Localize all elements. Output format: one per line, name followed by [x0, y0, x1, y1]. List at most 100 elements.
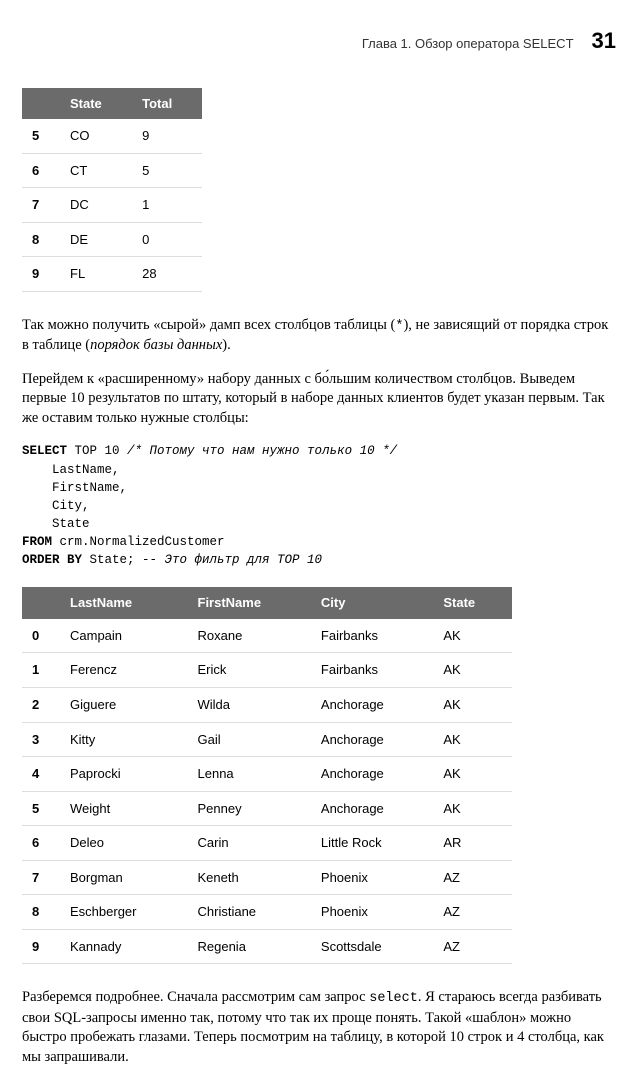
table-row: 4PaprockiLennaAnchorageAK	[22, 757, 512, 792]
code-line: LastName,	[22, 463, 120, 477]
table-cell: 0	[132, 222, 202, 257]
table-cell: 28	[132, 257, 202, 292]
table-cell: Anchorage	[311, 687, 433, 722]
table-cell: Paprocki	[60, 757, 188, 792]
text: Разберемся подробнее. Сначала рассмотрим…	[22, 989, 369, 1005]
table-cell: AK	[433, 791, 512, 826]
paragraph-2: Перейдем к «расширенному» набору данных …	[22, 370, 616, 429]
table-cell: Lenna	[188, 757, 311, 792]
table-cell: Gail	[188, 722, 311, 757]
table-cell: 6	[22, 826, 60, 861]
table-cell: 5	[132, 153, 202, 188]
table-cell: Deleo	[60, 826, 188, 861]
table-cell: Scottsdale	[311, 929, 433, 964]
text: ).	[222, 337, 230, 353]
keyword: FROM	[22, 535, 52, 549]
inline-code-select: select	[369, 991, 418, 1006]
table-cell: AK	[433, 757, 512, 792]
column-header	[22, 587, 60, 619]
table-cell: 9	[22, 929, 60, 964]
table-row: 7DC1	[22, 188, 202, 223]
table-cell: Kitty	[60, 722, 188, 757]
table-cell: Christiane	[188, 895, 311, 930]
code-text: State;	[82, 553, 142, 567]
table-cell: 8	[22, 222, 60, 257]
table-cell: 0	[22, 619, 60, 653]
page-header: Глава 1. Обзор оператора SELECT 31	[22, 26, 616, 56]
table-cell: 7	[22, 188, 60, 223]
table-row: 5WeightPenneyAnchorageAK	[22, 791, 512, 826]
table-cell: AK	[433, 722, 512, 757]
table-cell: AK	[433, 687, 512, 722]
table-cell: Weight	[60, 791, 188, 826]
table-cell: AK	[433, 619, 512, 653]
table-cell: Erick	[188, 653, 311, 688]
table-cell: Wilda	[188, 687, 311, 722]
table-cell: Borgman	[60, 860, 188, 895]
table-cell: AZ	[433, 860, 512, 895]
table-cell: DC	[60, 188, 132, 223]
table-cell: Regenia	[188, 929, 311, 964]
column-header: State	[60, 88, 132, 120]
column-header: FirstName	[188, 587, 311, 619]
code-line: FirstName,	[22, 481, 127, 495]
code-text: crm.NormalizedCustomer	[52, 535, 225, 549]
table-cell: 6	[22, 153, 60, 188]
table-cell: CT	[60, 153, 132, 188]
italic-term: порядок базы данных	[90, 337, 222, 353]
column-header	[22, 88, 60, 120]
page-number: 31	[592, 26, 616, 56]
table-row: 0CampainRoxaneFairbanksAK	[22, 619, 512, 653]
table-cell: 9	[22, 257, 60, 292]
table-cell: Fairbanks	[311, 619, 433, 653]
table-cell: AZ	[433, 895, 512, 930]
table-cell: 5	[22, 119, 60, 153]
paragraph-1: Так можно получить «сырой» дамп всех сто…	[22, 316, 616, 356]
keyword: ORDER BY	[22, 553, 82, 567]
table-cell: Phoenix	[311, 895, 433, 930]
table-cell: Little Rock	[311, 826, 433, 861]
table-row: 6DeleoCarinLittle RockAR	[22, 826, 512, 861]
table-cell: Campain	[60, 619, 188, 653]
column-header: LastName	[60, 587, 188, 619]
table-cell: 8	[22, 895, 60, 930]
column-header: State	[433, 587, 512, 619]
sql-code-block: SELECT TOP 10 /* Потому что нам нужно то…	[22, 442, 616, 569]
table-cell: DE	[60, 222, 132, 257]
column-header: City	[311, 587, 433, 619]
table-row: 8DE0	[22, 222, 202, 257]
table-state-totals: StateTotal 5CO96CT57DC18DE09FL28	[22, 88, 202, 292]
table-row: 2GiguereWildaAnchorageAK	[22, 687, 512, 722]
keyword: SELECT	[22, 444, 67, 458]
table-cell: Eschberger	[60, 895, 188, 930]
table-cell: Giguere	[60, 687, 188, 722]
table-cell: 3	[22, 722, 60, 757]
table-row: 3KittyGailAnchorageAK	[22, 722, 512, 757]
table-row: 7BorgmanKenethPhoenixAZ	[22, 860, 512, 895]
code-text: TOP 10	[67, 444, 127, 458]
table-cell: 4	[22, 757, 60, 792]
table-cell: Fairbanks	[311, 653, 433, 688]
table-cell: Anchorage	[311, 722, 433, 757]
code-line: State	[22, 517, 90, 531]
table-row: 1FerenczErickFairbanksAK	[22, 653, 512, 688]
table-cell: 1	[132, 188, 202, 223]
table-cell: 7	[22, 860, 60, 895]
table-cell: AR	[433, 826, 512, 861]
paragraph-3: Разберемся подробнее. Сначала рассмотрим…	[22, 988, 616, 1067]
table-customers: LastNameFirstNameCityState 0CampainRoxan…	[22, 587, 512, 964]
table-cell: Ferencz	[60, 653, 188, 688]
table-row: 6CT5	[22, 153, 202, 188]
table-cell: Carin	[188, 826, 311, 861]
table-cell: Phoenix	[311, 860, 433, 895]
table-cell: 1	[22, 653, 60, 688]
table-cell: Roxane	[188, 619, 311, 653]
table-row: 9FL28	[22, 257, 202, 292]
table-cell: 9	[132, 119, 202, 153]
chapter-title: Глава 1. Обзор оператора SELECT	[362, 35, 574, 53]
comment: /* Потому что нам нужно только 10 */	[127, 444, 397, 458]
table-cell: 2	[22, 687, 60, 722]
comment: -- Это фильтр для TOP 10	[142, 553, 322, 567]
table-row: 5CO9	[22, 119, 202, 153]
table-row: 9KannadyRegeniaScottsdaleAZ	[22, 929, 512, 964]
